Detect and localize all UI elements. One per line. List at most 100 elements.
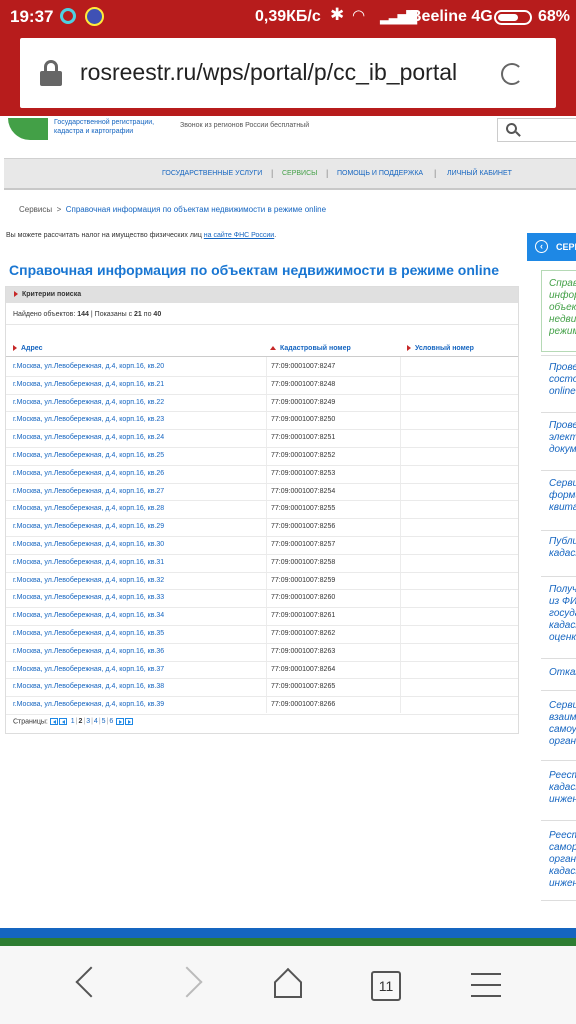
page-link[interactable]: 4 <box>94 718 98 725</box>
table-row[interactable]: г.Москва, ул.Левобережная, д.4, корп.16,… <box>6 359 518 377</box>
sidebar-service-label: оценки <box>549 632 576 643</box>
sidebar-service-link[interactable]: Проверкасостоянияonline <box>549 362 576 398</box>
chevron-left-icon[interactable]: ‹ <box>535 240 548 253</box>
address-link[interactable]: г.Москва, ул.Левобережная, д.4, корп.16,… <box>13 452 164 459</box>
tax-note-end: . <box>274 232 277 239</box>
sidebar-services-header[interactable]: ‹ СЕРВИСЫ <box>527 233 576 261</box>
forward-icon[interactable] <box>171 966 203 998</box>
address-link[interactable]: г.Москва, ул.Левобережная, д.4, корп.16,… <box>13 488 164 495</box>
sidebar-service-link[interactable]: Реестрсаморегулируемыхорганизацийкадастр… <box>549 830 576 890</box>
sort-asc-icon <box>270 346 276 351</box>
table-row[interactable]: г.Москва, ул.Левобережная, д.4, корп.16,… <box>6 555 518 573</box>
table-row[interactable]: г.Москва, ул.Левобережная, д.4, корп.16,… <box>6 697 518 715</box>
prev-page-icon[interactable] <box>58 718 67 725</box>
address-link[interactable]: г.Москва, ул.Левобережная, д.4, корп.16,… <box>13 541 164 548</box>
address-link[interactable]: г.Москва, ул.Левобережная, д.4, корп.16,… <box>13 594 164 601</box>
sidebar-service-link[interactable]: Сервисвзаимодействиясамоуправленияоргано… <box>549 700 576 748</box>
table-row[interactable]: г.Москва, ул.Левобережная, д.4, корп.16,… <box>6 448 518 466</box>
column-header-address[interactable]: Адрес <box>13 345 42 352</box>
table-row[interactable]: г.Москва, ул.Левобережная, д.4, корп.16,… <box>6 537 518 555</box>
sidebar-service-label: информация <box>549 290 576 301</box>
page-separator: | <box>98 718 101 726</box>
back-icon[interactable] <box>75 966 107 998</box>
table-row[interactable]: г.Москва, ул.Левобережная, д.4, корп.16,… <box>6 662 518 680</box>
fns-link[interactable]: на сайте ФНС России <box>204 232 274 239</box>
sidebar-service-link[interactable]: Сервисформированияквитанции <box>549 478 576 514</box>
address-bar[interactable]: rosreestr.ru/wps/portal/p/cc_ib_portal <box>20 38 556 108</box>
address-link[interactable]: г.Москва, ул.Левобережная, д.4, корп.16,… <box>13 381 164 388</box>
address-link[interactable]: г.Москва, ул.Левобережная, д.4, корп.16,… <box>13 577 164 584</box>
address-link[interactable]: г.Москва, ул.Левобережная, д.4, корп.16,… <box>13 666 164 673</box>
sidebar-service-label: из ФИС <box>549 596 576 607</box>
address-link[interactable]: г.Москва, ул.Левобережная, д.4, корп.16,… <box>13 470 164 477</box>
address-link[interactable]: г.Москва, ул.Левобережная, д.4, корп.16,… <box>13 505 164 512</box>
table-row[interactable]: г.Москва, ул.Левобережная, д.4, корп.16,… <box>6 501 518 520</box>
sidebar-divider <box>541 355 576 356</box>
sidebar-divider <box>541 760 576 761</box>
table-row[interactable]: г.Москва, ул.Левобережная, д.4, корп.16,… <box>6 377 518 395</box>
logo-text[interactable]: Государственной регистрации, кадастра и … <box>54 118 154 136</box>
table-row[interactable]: г.Москва, ул.Левобережная, д.4, корп.16,… <box>6 395 518 413</box>
table-row[interactable]: г.Москва, ул.Левобережная, д.4, корп.16,… <box>6 573 518 591</box>
breadcrumb-current[interactable]: Справочная информация по объектам недвиж… <box>66 205 326 214</box>
shown-to: 40 <box>153 311 162 318</box>
address-link[interactable]: г.Москва, ул.Левобережная, д.4, корп.16,… <box>13 363 164 370</box>
address-link[interactable]: г.Москва, ул.Левобережная, д.4, корп.16,… <box>13 559 164 566</box>
nav-gov-services[interactable]: ГОСУДАРСТВЕННЫЕ УСЛУГИ <box>162 170 262 177</box>
address-link[interactable]: г.Москва, ул.Левобережная, д.4, корп.16,… <box>13 683 164 690</box>
sidebar-service-link[interactable]: Проверкаэлектронногодокумента <box>549 420 576 456</box>
address-link[interactable]: г.Москва, ул.Левобережная, д.4, корп.16,… <box>13 434 164 441</box>
search-criteria-toggle[interactable]: Критерии поиска <box>6 287 518 303</box>
nav-help[interactable]: ПОМОЩЬ И ПОДДЕРЖКА <box>337 170 423 177</box>
next-page-icon[interactable] <box>116 718 125 725</box>
sidebar-service-link[interactable]: Отказ <box>549 667 576 679</box>
first-page-icon[interactable] <box>49 718 58 725</box>
column-header-conditional[interactable]: Условный номер <box>407 345 474 352</box>
rosreestr-logo-icon[interactable] <box>8 118 48 140</box>
table-row[interactable]: г.Москва, ул.Левобережная, д.4, корп.16,… <box>6 590 518 609</box>
page-link[interactable]: 3 <box>86 718 90 725</box>
sidebar-service-label: инженеров <box>549 878 576 889</box>
home-icon[interactable] <box>273 967 303 1000</box>
address-link[interactable]: г.Москва, ул.Левобережная, д.4, корп.16,… <box>13 612 164 619</box>
page-link[interactable]: 6 <box>109 718 113 725</box>
address-link[interactable]: г.Москва, ул.Левобережная, д.4, корп.16,… <box>13 416 164 423</box>
sidebar-service-link[interactable]: Публичнаякадастровая <box>549 536 576 560</box>
sort-arrow-icon <box>407 345 411 352</box>
nav-services[interactable]: СЕРВИСЫ <box>282 170 317 177</box>
table-row[interactable]: г.Москва, ул.Левобережная, д.4, корп.16,… <box>6 679 518 698</box>
address-link[interactable]: г.Москва, ул.Левобережная, д.4, корп.16,… <box>13 399 164 406</box>
site-search-input[interactable] <box>497 118 576 142</box>
table-row[interactable]: г.Москва, ул.Левобережная, д.4, корп.16,… <box>6 644 518 662</box>
sidebar-service-label: Проверка <box>549 420 576 431</box>
reload-icon[interactable] <box>501 63 523 85</box>
breadcrumb-root[interactable]: Сервисы <box>19 205 52 214</box>
lock-icon <box>40 60 62 86</box>
nav-separator: | <box>271 168 274 178</box>
sidebar-service-link[interactable]: Реестркадастровыхинженеров <box>549 770 576 806</box>
table-row[interactable]: г.Москва, ул.Левобережная, д.4, корп.16,… <box>6 608 518 626</box>
table-row[interactable]: г.Москва, ул.Левобережная, д.4, корп.16,… <box>6 430 518 448</box>
table-row[interactable]: г.Москва, ул.Левобережная, д.4, корп.16,… <box>6 519 518 537</box>
browser-bottom-bar: 11 <box>0 946 576 1024</box>
sidebar-service-link[interactable]: Получениеиз ФИСгосударственнойкадастрово… <box>549 584 576 644</box>
address-link[interactable]: г.Москва, ул.Левобережная, д.4, корп.16,… <box>13 523 164 530</box>
url-text[interactable]: rosreestr.ru/wps/portal/p/cc_ib_portal <box>80 59 472 86</box>
address-link[interactable]: г.Москва, ул.Левобережная, д.4, корп.16,… <box>13 701 164 708</box>
table-row[interactable]: г.Москва, ул.Левобережная, д.4, корп.16,… <box>6 412 518 431</box>
tabs-button[interactable]: 11 <box>371 971 401 1001</box>
nav-personal-cabinet[interactable]: ЛИЧНЫЙ КАБИНЕТ <box>447 170 512 177</box>
menu-icon[interactable] <box>471 973 501 997</box>
table-row[interactable]: г.Москва, ул.Левобережная, д.4, корп.16,… <box>6 466 518 484</box>
browser-toolbar: rosreestr.ru/wps/portal/p/cc_ib_portal <box>0 34 576 116</box>
last-page-icon[interactable] <box>125 718 134 725</box>
cadastral-number: 77:09:0001007:8265 <box>271 683 336 691</box>
address-link[interactable]: г.Москва, ул.Левобережная, д.4, корп.16,… <box>13 630 164 637</box>
column-header-cadastral[interactable]: Кадастровый номер <box>270 345 351 352</box>
page-link[interactable]: 5 <box>102 718 106 725</box>
table-row[interactable]: г.Москва, ул.Левобережная, д.4, корп.16,… <box>6 626 518 644</box>
page-link[interactable]: 1 <box>71 718 75 725</box>
sidebar-service-link[interactable]: Справочнаяинформацияобъектамнедвижимости… <box>549 278 576 338</box>
table-row[interactable]: г.Москва, ул.Левобережная, д.4, корп.16,… <box>6 484 518 502</box>
address-link[interactable]: г.Москва, ул.Левобережная, д.4, корп.16,… <box>13 648 164 655</box>
